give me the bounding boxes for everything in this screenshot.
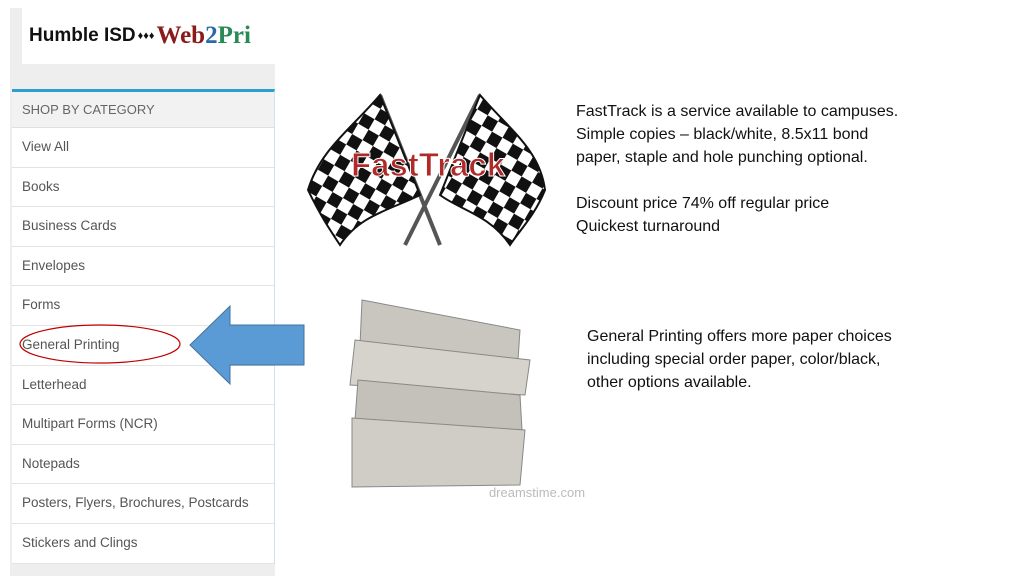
text-line: other options available.	[587, 374, 752, 391]
text-line: FastTrack is a service available to camp…	[576, 103, 899, 120]
highlight-circle	[19, 324, 181, 364]
text-line: Simple copies – black/white, 8.5x11 bond	[576, 126, 869, 143]
fasttrack-description: FastTrack is a service available to camp…	[576, 100, 898, 238]
text-line: Quickest turnaround	[576, 218, 721, 235]
annotations: FastTrack dreamstime.com	[19, 93, 585, 500]
paper-stack-image: dreamstime.com	[349, 299, 585, 500]
text-line: including special order paper, color/bla…	[587, 351, 881, 368]
general-printing-description: General Printing offers more paper choic…	[587, 325, 892, 394]
checkered-flags-icon: FastTrack	[306, 93, 547, 247]
text-line: General Printing offers more paper choic…	[587, 328, 892, 345]
text-line	[576, 169, 898, 192]
text-line: paper, staple and hole punching optional…	[576, 149, 868, 166]
watermark: dreamstime.com	[489, 485, 585, 500]
fasttrack-logo-text: FastTrack	[351, 146, 506, 183]
left-arrow-icon	[189, 304, 305, 386]
text-line: Discount price 74% off regular price	[576, 195, 830, 212]
